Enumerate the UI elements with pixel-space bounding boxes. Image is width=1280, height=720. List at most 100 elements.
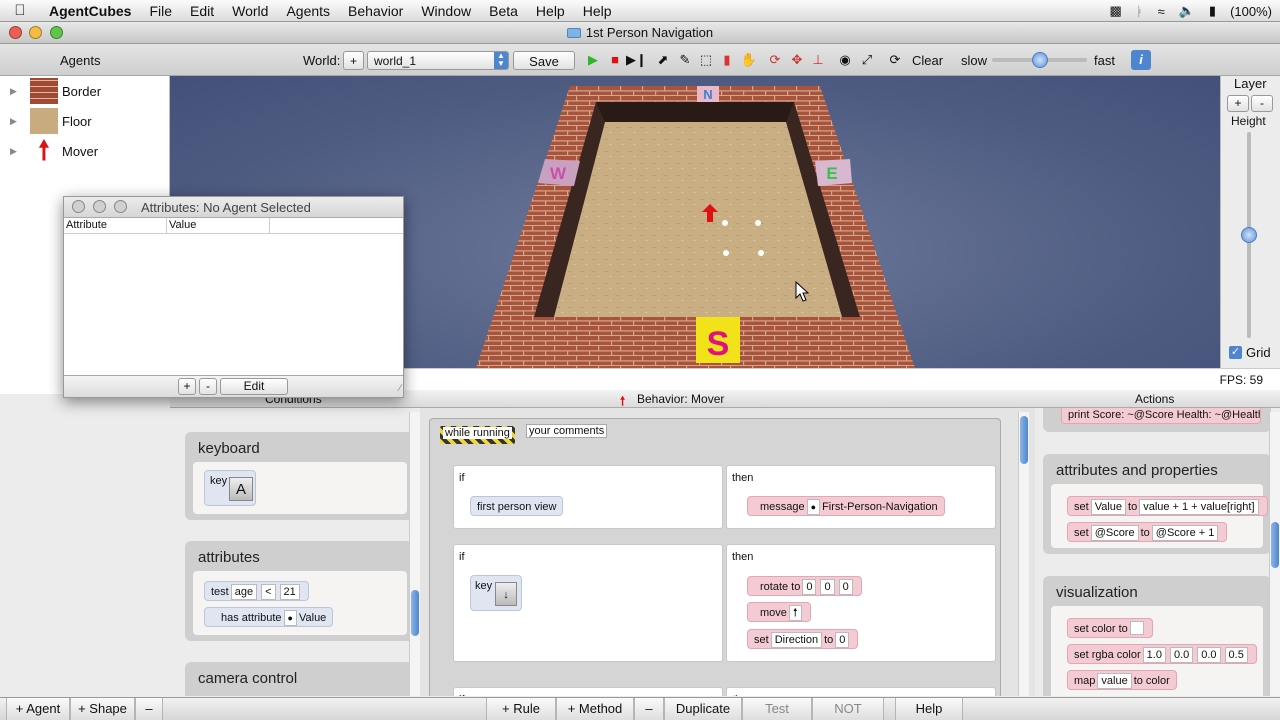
agent-row-mover[interactable]: ▶ 🠕 Mover: [0, 137, 170, 165]
key-cap-down-icon[interactable]: ↓: [495, 582, 517, 606]
grid-checkbox[interactable]: ✓: [1229, 346, 1242, 359]
conditions-scrollbar[interactable]: [409, 412, 420, 696]
pencil-tool-icon[interactable]: ✎: [675, 50, 695, 70]
set-rgba-action[interactable]: set rgba color 1.0 0.0 0.0 0.5: [1067, 644, 1257, 664]
layer-add-button[interactable]: +: [1227, 95, 1249, 112]
duplicate-button[interactable]: Duplicate: [664, 698, 742, 720]
method-block[interactable]: while running your comments if first per…: [429, 418, 1001, 696]
rotate-camera-icon[interactable]: ⟳: [765, 50, 785, 70]
first-person-view-condition[interactable]: first person view: [470, 496, 564, 516]
wifi-icon[interactable]: ≈: [1158, 4, 1165, 19]
add-rule-button[interactable]: + Rule: [486, 698, 556, 720]
world-select[interactable]: world_1 ▲ ▼: [367, 51, 509, 70]
menu-app[interactable]: AgentCubes: [40, 3, 140, 19]
disclosure-triangle-icon[interactable]: ▶: [10, 116, 17, 127]
set-value-action[interactable]: set Value to value + 1 + value[right]: [1067, 496, 1268, 516]
column-value[interactable]: Value: [169, 219, 196, 231]
while-running-trigger[interactable]: while running: [440, 426, 515, 444]
disclosure-triangle-icon[interactable]: ▶: [10, 146, 17, 157]
menu-behavior[interactable]: Behavior: [339, 3, 412, 19]
menu-agents[interactable]: Agents: [277, 3, 339, 19]
menu-help-2[interactable]: Help: [574, 3, 621, 19]
rule-3-if[interactable]: if: [453, 687, 723, 696]
add-method-button[interactable]: + Method: [556, 698, 634, 720]
scrollbar-thumb[interactable]: [411, 590, 419, 636]
save-button[interactable]: Save: [513, 51, 575, 70]
column-attribute[interactable]: Attribute: [66, 219, 107, 231]
disclosure-triangle-icon[interactable]: ▶: [10, 86, 17, 97]
clear-button[interactable]: Clear: [912, 51, 943, 70]
set-action[interactable]: set Direction to 0: [747, 629, 859, 649]
add-attribute-button[interactable]: +: [178, 378, 196, 395]
menu-window[interactable]: Window: [412, 3, 480, 19]
arrow-tool-icon[interactable]: ⬈: [653, 50, 673, 70]
rotate-action[interactable]: rotate to 0 0 0: [747, 576, 862, 596]
stop-icon[interactable]: ■: [605, 50, 625, 70]
rule-2-then[interactable]: then rotate to 0 0 0 move 🠕 set Direction to 0: [726, 544, 996, 662]
menu-file[interactable]: File: [140, 3, 181, 19]
apple-menu-icon[interactable]: : [0, 2, 40, 19]
attributes-window-titlebar[interactable]: Attributes: No Agent Selected: [64, 197, 403, 218]
add-world-button[interactable]: +: [343, 51, 364, 70]
select-rect-tool-icon[interactable]: ⬚: [696, 50, 716, 70]
scrollbar-thumb[interactable]: [1271, 522, 1279, 568]
move-action[interactable]: move 🠕: [747, 602, 811, 622]
remove-attribute-button[interactable]: -: [199, 378, 217, 395]
scrollbar-thumb[interactable]: [1020, 416, 1028, 464]
bluetooth-icon[interactable]: ᛓ: [1136, 4, 1144, 19]
remove-agent-button[interactable]: –: [135, 698, 163, 720]
zoom-camera-icon[interactable]: ⊥: [808, 50, 828, 70]
battery-icon[interactable]: ▮: [1209, 3, 1216, 19]
add-shape-button[interactable]: + Shape: [70, 698, 135, 720]
rule-3-then[interactable]: then: [726, 687, 996, 696]
play-icon[interactable]: ▶: [583, 50, 603, 70]
agent-row-border[interactable]: ▶ Border: [0, 77, 170, 105]
resize-grip-icon[interactable]: ∕: [399, 383, 401, 394]
rule-1-if[interactable]: if first person view: [453, 465, 723, 529]
print-action[interactable]: print Score: ~@Score Health: ~@Health: [1061, 408, 1261, 424]
test-button[interactable]: Test: [742, 698, 812, 720]
reload-icon[interactable]: ⟳: [885, 50, 905, 70]
minimize-window-icon[interactable]: [93, 200, 106, 213]
height-slider-knob[interactable]: [1241, 227, 1257, 243]
has-attribute-condition[interactable]: has attribute ● Value: [204, 607, 334, 627]
set-score-action[interactable]: set @Score to @Score + 1: [1067, 522, 1228, 542]
behavior-scrollbar[interactable]: [1018, 412, 1029, 696]
test-condition[interactable]: test age <21: [204, 581, 309, 601]
info-icon[interactable]: i: [1131, 50, 1151, 70]
add-agent-button[interactable]: + Agent: [6, 698, 70, 720]
height-slider[interactable]: [1241, 132, 1257, 338]
map-color-action[interactable]: map value to color: [1067, 670, 1177, 690]
key-condition[interactable]: key ↓: [470, 575, 522, 611]
step-icon[interactable]: ▶❙: [626, 50, 647, 70]
menu-edit[interactable]: Edit: [181, 3, 223, 19]
set-color-action[interactable]: set color to: [1067, 618, 1153, 638]
eraser-tool-icon[interactable]: ▮: [717, 50, 737, 70]
menu-beta[interactable]: Beta: [480, 3, 527, 19]
not-button[interactable]: NOT: [812, 698, 884, 720]
hand-tool-icon[interactable]: ✋: [739, 50, 759, 70]
zoom-window-icon[interactable]: [114, 200, 127, 213]
volume-icon[interactable]: 🔈: [1179, 3, 1195, 19]
menu-world[interactable]: World: [223, 3, 277, 19]
layer-remove-button[interactable]: -: [1251, 95, 1273, 112]
pan-camera-icon[interactable]: ✥: [787, 50, 807, 70]
key-cap[interactable]: A: [229, 477, 253, 501]
rule-1-then[interactable]: then message ● First-Person-Navigation: [726, 465, 996, 529]
key-condition[interactable]: key A: [204, 470, 256, 506]
binoculars-icon[interactable]: ◉: [835, 50, 855, 70]
speed-slider[interactable]: [992, 52, 1087, 68]
help-button[interactable]: Help: [895, 698, 963, 720]
agent-row-floor[interactable]: ▶ Floor: [0, 107, 170, 135]
fullscreen-icon[interactable]: ⤢: [857, 50, 877, 70]
menu-help[interactable]: Help: [527, 3, 574, 19]
comments-field[interactable]: your comments: [526, 424, 608, 438]
actions-scrollbar[interactable]: [1269, 412, 1280, 696]
screen-icon[interactable]: ▩: [1109, 3, 1121, 19]
arrow-up-icon[interactable]: 🠕: [788, 605, 802, 621]
edit-attribute-button[interactable]: Edit: [220, 378, 288, 395]
remove-rule-button[interactable]: –: [634, 698, 664, 720]
rule-2-if[interactable]: if key ↓: [453, 544, 723, 662]
color-swatch[interactable]: [1129, 621, 1144, 635]
message-action[interactable]: message ● First-Person-Navigation: [747, 496, 945, 516]
